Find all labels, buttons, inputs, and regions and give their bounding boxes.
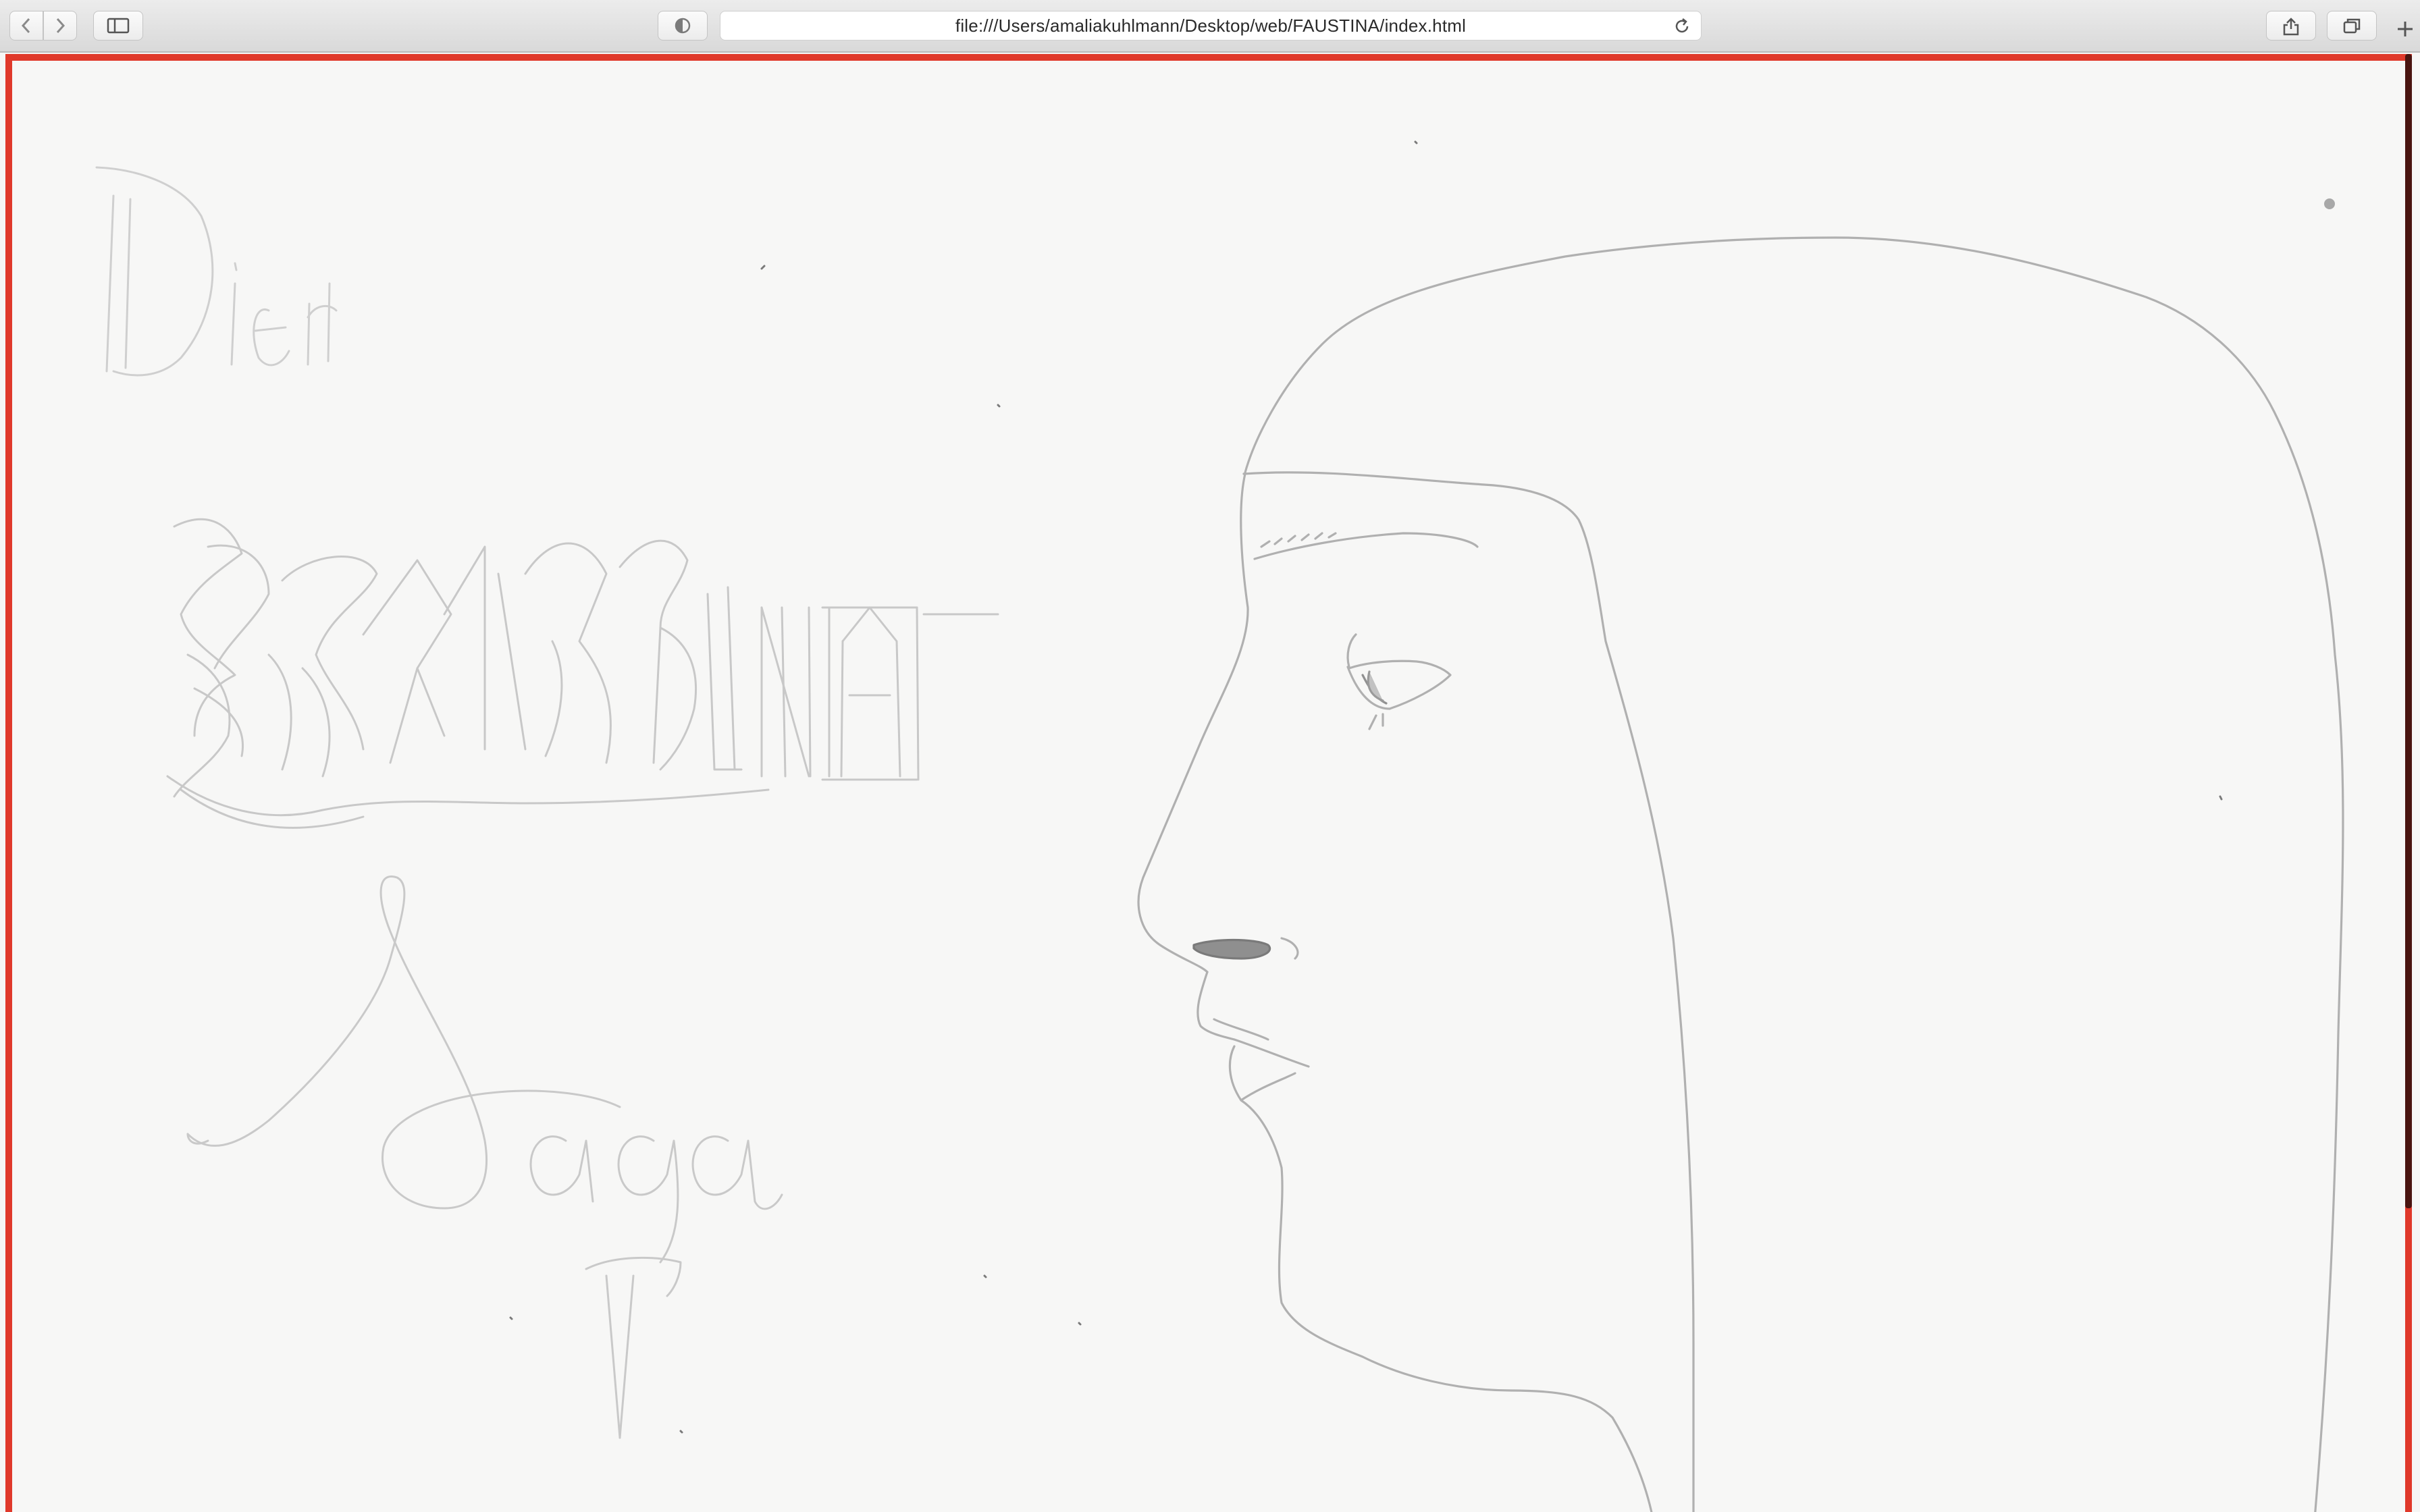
sidebar-button[interactable] bbox=[93, 11, 143, 40]
pencil-drawing-artwork bbox=[95, 140, 2344, 1512]
tabs-overview-icon bbox=[2343, 18, 2361, 34]
new-tab-button[interactable] bbox=[2392, 16, 2418, 42]
vertical-scrollbar[interactable] bbox=[2405, 54, 2412, 1208]
address-bar[interactable]: file:///Users/amaliakuhlmann/Desktop/web… bbox=[720, 11, 1702, 40]
forward-button[interactable] bbox=[43, 11, 77, 40]
faustina-sketch bbox=[166, 518, 999, 829]
diet-sketch bbox=[95, 166, 338, 377]
share-button[interactable] bbox=[2266, 11, 2316, 40]
shield-icon bbox=[675, 18, 691, 34]
back-button[interactable] bbox=[9, 11, 43, 40]
saga-sketch bbox=[186, 875, 783, 1439]
profile-face bbox=[1137, 236, 2344, 1512]
share-icon bbox=[2283, 18, 2299, 36]
reload-icon[interactable] bbox=[1673, 17, 1691, 36]
plus-icon bbox=[2398, 22, 2413, 36]
browser-toolbar: file:///Users/amaliakuhlmann/Desktop/web… bbox=[0, 0, 2420, 53]
paper-dot bbox=[2324, 198, 2335, 209]
privacy-button[interactable] bbox=[658, 11, 708, 40]
chevron-left-icon bbox=[21, 18, 30, 34]
paper-specks bbox=[509, 140, 2223, 1434]
page-viewport bbox=[5, 54, 2412, 1512]
tabs-overview-button[interactable] bbox=[2327, 11, 2377, 40]
chevron-right-icon bbox=[56, 18, 65, 34]
sidebar-icon bbox=[107, 18, 130, 34]
address-bar-url: file:///Users/amaliakuhlmann/Desktop/web… bbox=[955, 15, 1467, 36]
